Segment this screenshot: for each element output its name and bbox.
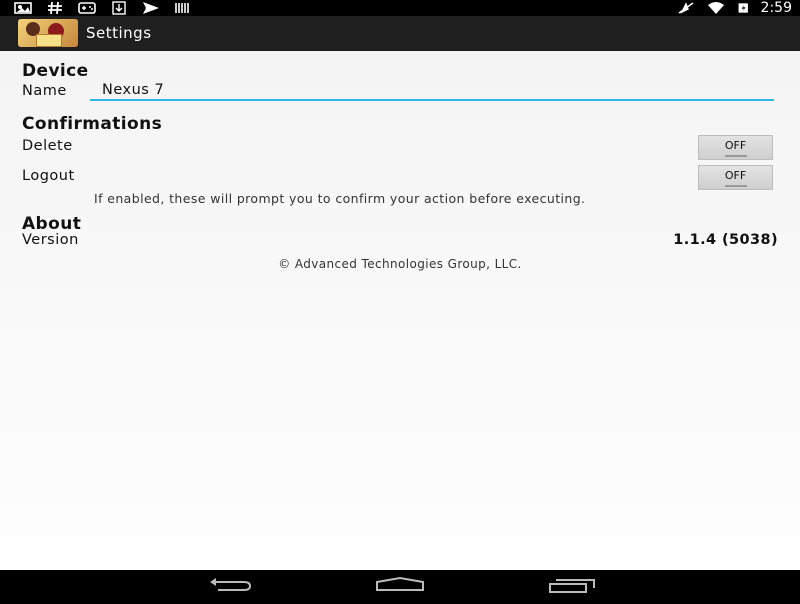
status-bar: 2:59 xyxy=(0,0,800,16)
navigation-bar xyxy=(0,570,800,600)
download-icon xyxy=(112,1,126,15)
delete-label: Delete xyxy=(22,138,73,154)
recents-button[interactable] xyxy=(542,570,602,600)
page-title: Settings xyxy=(86,24,152,42)
copyright-text: © Advanced Technologies Group, LLC. xyxy=(278,257,522,271)
version-value: 1.1.4 (5038) xyxy=(673,232,778,248)
name-label: Name xyxy=(22,83,67,99)
version-label: Version xyxy=(22,232,79,248)
back-icon xyxy=(210,578,252,591)
wifi-icon xyxy=(707,2,724,14)
home-icon xyxy=(376,576,424,591)
delete-toggle[interactable]: OFF xyxy=(698,135,773,160)
recents-icon xyxy=(549,579,595,593)
action-bar: Settings xyxy=(0,16,800,51)
barcode-icon xyxy=(175,3,189,13)
device-name-input[interactable] xyxy=(90,81,774,101)
logout-toggle[interactable]: OFF xyxy=(698,165,773,190)
clock: 2:59 xyxy=(760,0,792,16)
send-icon xyxy=(143,2,159,14)
confirmations-heading: Confirmations xyxy=(22,114,163,134)
gallery-icon xyxy=(14,2,32,14)
gamepad-icon xyxy=(78,2,96,14)
confirmations-hint: If enabled, these will prompt you to con… xyxy=(94,191,586,206)
about-heading: About xyxy=(22,214,82,234)
settings-content: Device Name Confirmations Delete OFF Log… xyxy=(0,51,800,570)
hash-icon xyxy=(48,1,62,15)
system-icons: 2:59 xyxy=(677,0,792,16)
notification-icons xyxy=(14,0,192,16)
home-button[interactable] xyxy=(370,570,430,600)
airplane-mode-icon xyxy=(678,2,693,14)
app-logo-icon[interactable] xyxy=(18,19,78,47)
back-button[interactable] xyxy=(200,570,260,600)
logout-label: Logout xyxy=(22,168,75,184)
battery-icon xyxy=(738,3,748,13)
device-heading: Device xyxy=(22,61,89,81)
